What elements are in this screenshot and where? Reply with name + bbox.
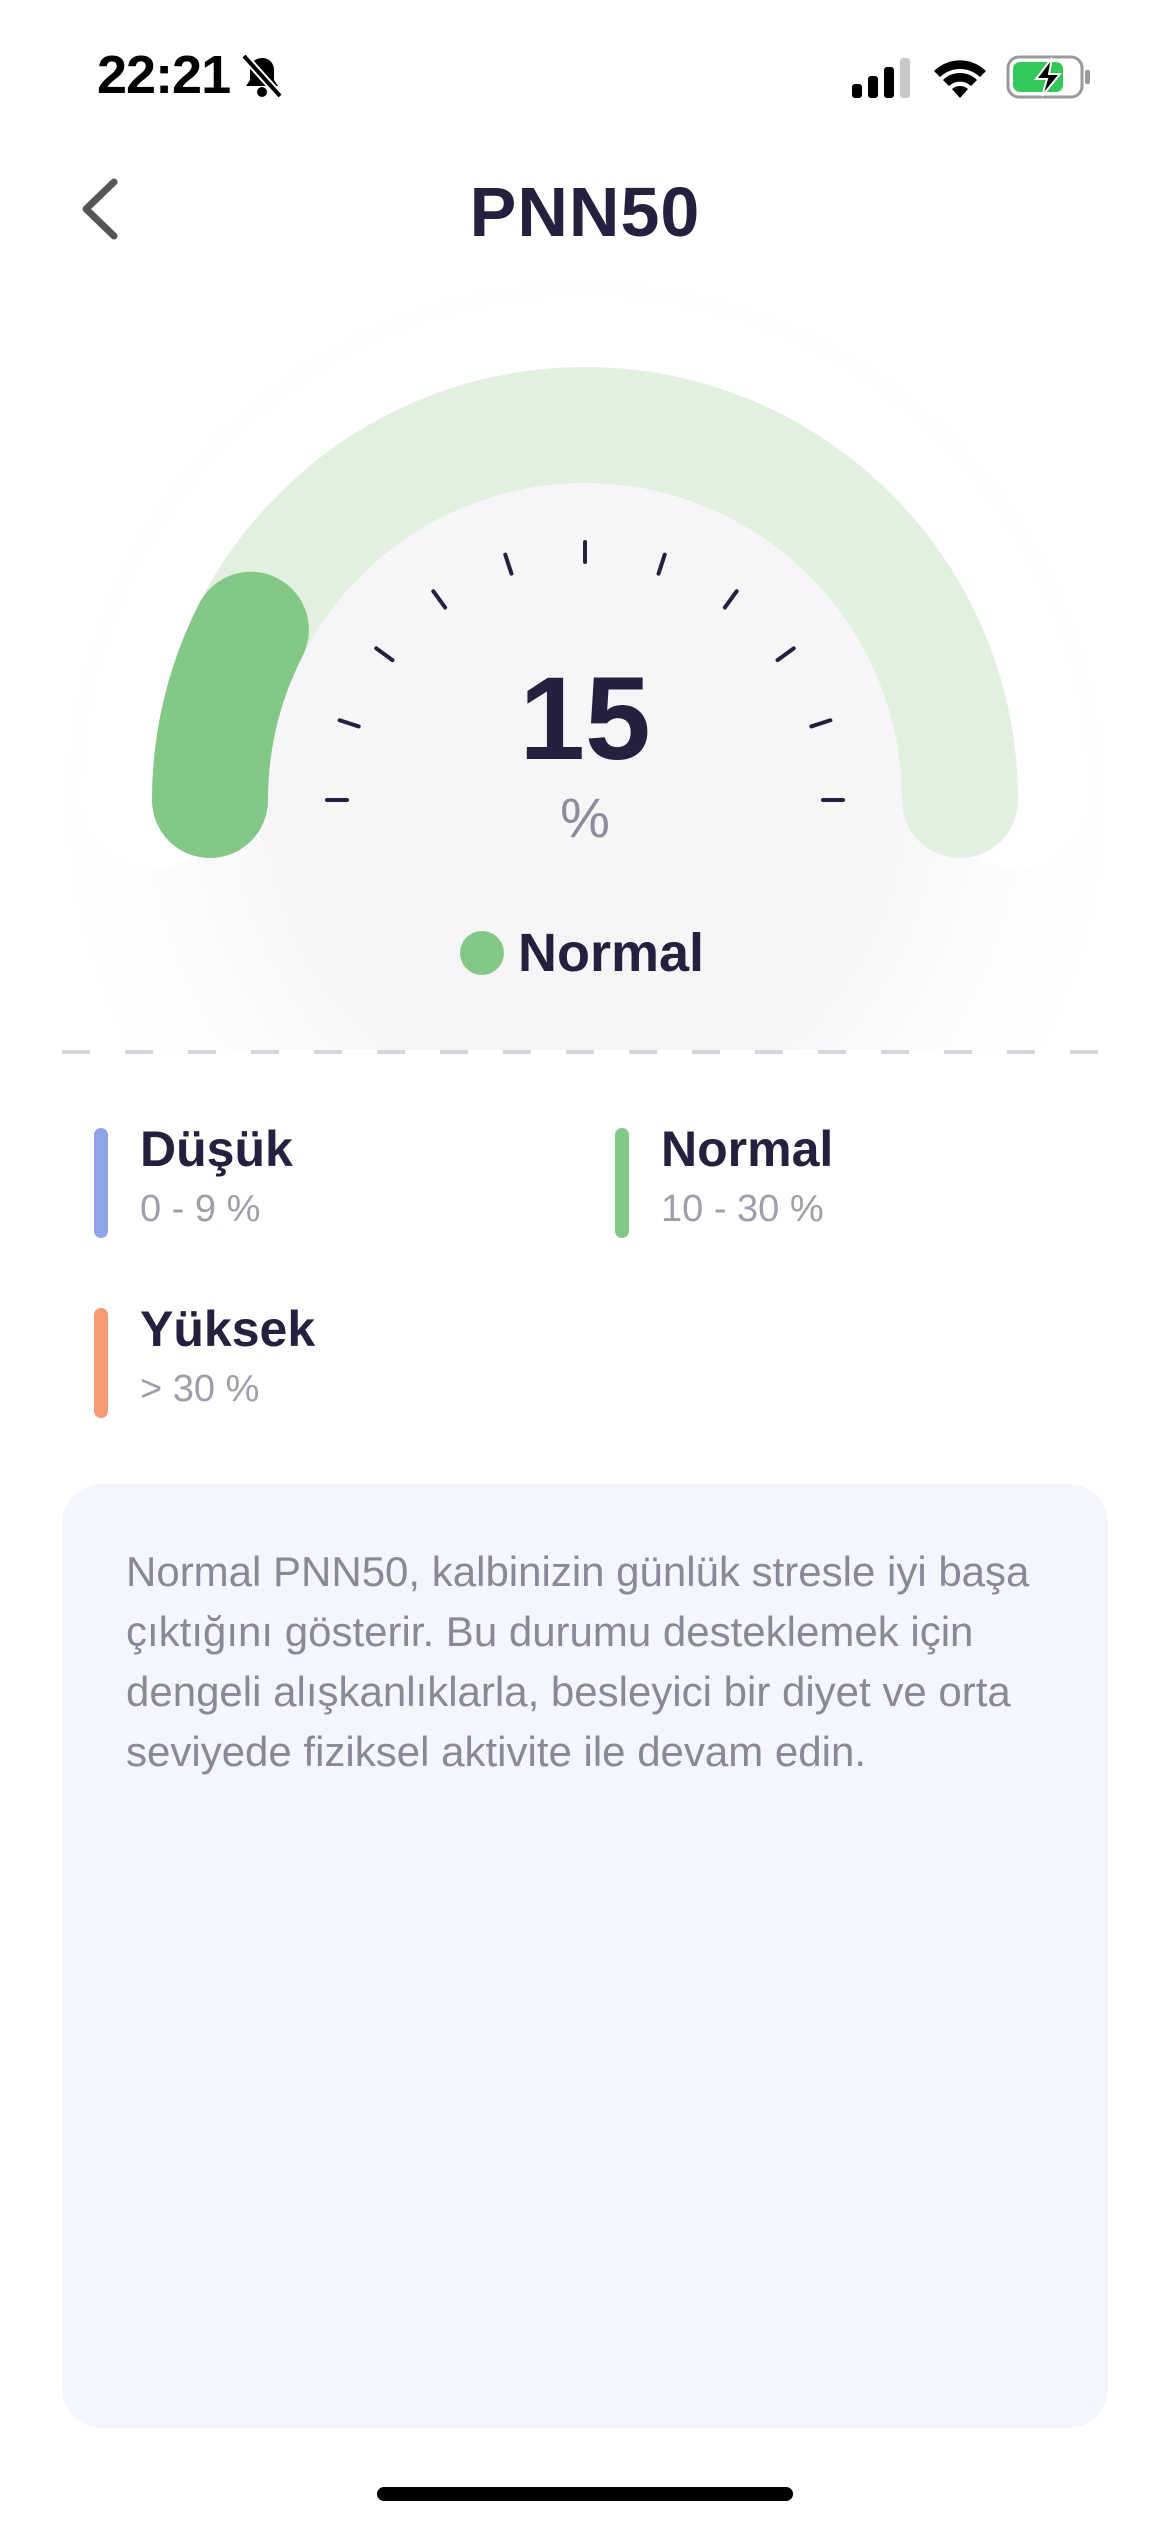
home-indicator[interactable] [377, 2487, 793, 2501]
battery-charging-icon [1006, 55, 1090, 99]
legend-range: 10 - 30 % [661, 1188, 824, 1230]
status-indicator: Normal [460, 918, 704, 988]
status-label: Normal [518, 923, 705, 983]
gauge: 15 % Normal [0, 190, 1170, 1050]
info-card: Normal PNN50, kalbinizin günlük stresle … [62, 1484, 1108, 2428]
gauge-value: 15 [519, 653, 651, 785]
wifi-icon [934, 60, 986, 98]
bell-slash-icon [241, 53, 283, 99]
legend-item-high: Yüksek > 30 % [94, 1300, 534, 1420]
legend-color-bar [94, 1308, 108, 1418]
legend-item-normal: Normal 10 - 30 % [615, 1120, 1055, 1240]
status-dot [460, 931, 504, 975]
legend-color-bar [94, 1128, 108, 1238]
dashed-divider [62, 1050, 1108, 1054]
info-text: Normal PNN50, kalbinizin günlük stresle … [126, 1548, 1030, 1775]
legend-item-low: Düşük 0 - 9 % [94, 1120, 534, 1240]
gauge-unit: % [560, 786, 610, 849]
legend-color-bar [615, 1128, 629, 1238]
legend-label: Yüksek [140, 1301, 316, 1357]
legend-range: 0 - 9 % [140, 1188, 261, 1230]
legend-label: Düşük [140, 1121, 293, 1177]
status-bar: 22:21 [0, 0, 1170, 150]
legend-label: Normal [661, 1121, 834, 1177]
status-time: 22:21 [97, 45, 231, 105]
cellular-signal-icon [852, 58, 910, 98]
legend-range: > 30 % [140, 1368, 260, 1410]
